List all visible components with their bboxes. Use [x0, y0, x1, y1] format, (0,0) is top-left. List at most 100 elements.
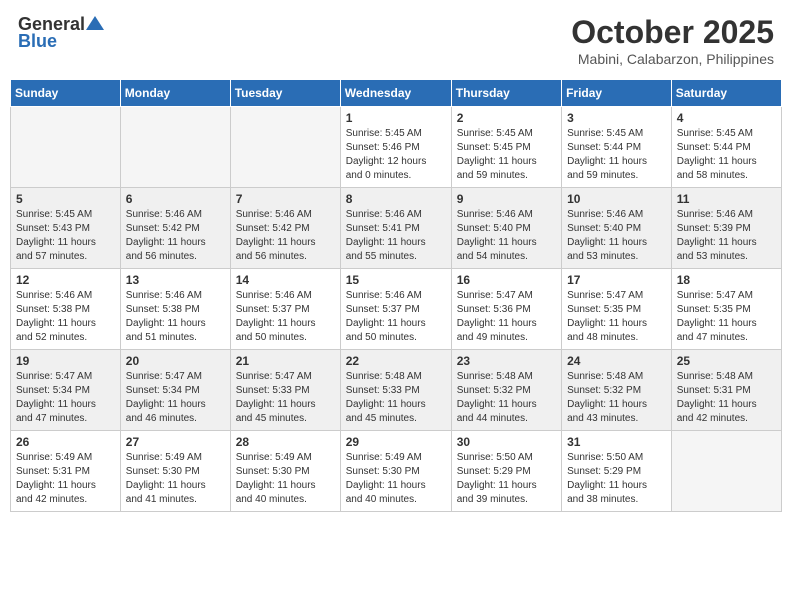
calendar-cell: 29 Sunrise: 5:49 AMSunset: 5:30 PMDayligh…: [340, 431, 451, 512]
day-number: 28: [236, 435, 335, 449]
day-number: 8: [346, 192, 446, 206]
day-info: Sunrise: 5:47 AMSunset: 5:35 PMDaylight:…: [677, 289, 776, 345]
day-info: Sunrise: 5:46 AMSunset: 5:41 PMDaylight:…: [346, 208, 446, 264]
calendar-cell: 11 Sunrise: 5:46 AMSunset: 5:39 PMDayligh…: [671, 188, 781, 269]
location-subtitle: Mabini, Calabarzon, Philippines: [571, 51, 774, 67]
day-number: 10: [567, 192, 666, 206]
day-info: Sunrise: 5:49 AMSunset: 5:30 PMDaylight:…: [236, 451, 335, 507]
page-header: General Blue October 2025 Mabini, Calaba…: [10, 10, 782, 71]
day-number: 11: [677, 192, 776, 206]
day-number: 26: [16, 435, 115, 449]
day-info: Sunrise: 5:48 AMSunset: 5:32 PMDaylight:…: [457, 370, 556, 426]
calendar-cell: 25Sunrise: 5:48 AMSunset: 5:31 PMDayligh…: [671, 350, 781, 431]
calendar-cell: [120, 107, 230, 188]
calendar-cell: 21Sunrise: 5:47 AMSunset: 5:33 PMDayligh…: [230, 350, 340, 431]
day-number: 7: [236, 192, 335, 206]
calendar-cell: 18 Sunrise: 5:47 AMSunset: 5:35 PMDayligh…: [671, 269, 781, 350]
day-info: Sunrise: 5:50 AMSunset: 5:29 PMDaylight:…: [457, 451, 556, 507]
weekday-header: Saturday: [671, 80, 781, 107]
day-number: 23: [457, 354, 556, 368]
logo-icon: [86, 14, 104, 32]
day-info: Sunrise: 5:45 AMSunset: 5:44 PMDaylight:…: [567, 127, 666, 183]
calendar-week-row: 1Sunrise: 5:45 AMSunset: 5:46 PMDaylight…: [11, 107, 782, 188]
day-info: Sunrise: 5:49 AMSunset: 5:31 PMDaylight:…: [16, 451, 115, 507]
calendar-cell: [230, 107, 340, 188]
calendar-cell: 9 Sunrise: 5:46 AMSunset: 5:40 PMDaylight…: [451, 188, 561, 269]
weekday-header: Monday: [120, 80, 230, 107]
calendar-cell: 13 Sunrise: 5:46 AMSunset: 5:38 PMDayligh…: [120, 269, 230, 350]
day-info: Sunrise: 5:47 AMSunset: 5:35 PMDaylight:…: [567, 289, 666, 345]
calendar-cell: 10 Sunrise: 5:46 AMSunset: 5:40 PMDayligh…: [562, 188, 672, 269]
day-number: 16: [457, 273, 556, 287]
day-info: Sunrise: 5:46 AMSunset: 5:42 PMDaylight:…: [236, 208, 335, 264]
calendar-cell: 15Sunrise: 5:46 AMSunset: 5:37 PMDayligh…: [340, 269, 451, 350]
weekday-header: Wednesday: [340, 80, 451, 107]
calendar-week-row: 5 Sunrise: 5:45 AMSunset: 5:43 PMDaylight…: [11, 188, 782, 269]
calendar-cell: 31 Sunrise: 5:50 AMSunset: 5:29 PMDayligh…: [562, 431, 672, 512]
calendar-cell: 3 Sunrise: 5:45 AMSunset: 5:44 PMDaylight…: [562, 107, 672, 188]
day-number: 27: [126, 435, 225, 449]
calendar-cell: 19 Sunrise: 5:47 AMSunset: 5:34 PMDayligh…: [11, 350, 121, 431]
day-info: Sunrise: 5:45 AMSunset: 5:45 PMDaylight:…: [457, 127, 556, 183]
day-info: Sunrise: 5:46 AMSunset: 5:40 PMDaylight:…: [457, 208, 556, 264]
calendar-cell: 27 Sunrise: 5:49 AMSunset: 5:30 PMDayligh…: [120, 431, 230, 512]
calendar-cell: 30 Sunrise: 5:50 AMSunset: 5:29 PMDayligh…: [451, 431, 561, 512]
calendar-cell: 7 Sunrise: 5:46 AMSunset: 5:42 PMDaylight…: [230, 188, 340, 269]
day-info: Sunrise: 5:46 AMSunset: 5:38 PMDaylight:…: [126, 289, 225, 345]
calendar-cell: 14 Sunrise: 5:46 AMSunset: 5:37 PMDayligh…: [230, 269, 340, 350]
calendar-cell: 16Sunrise: 5:47 AMSunset: 5:36 PMDayligh…: [451, 269, 561, 350]
day-info: Sunrise: 5:49 AMSunset: 5:30 PMDaylight:…: [346, 451, 446, 507]
calendar-cell: 4Sunrise: 5:45 AMSunset: 5:44 PMDaylight…: [671, 107, 781, 188]
day-info: Sunrise: 5:47 AMSunset: 5:34 PMDaylight:…: [126, 370, 225, 426]
logo: General Blue: [18, 14, 104, 52]
day-info: Sunrise: 5:46 AMSunset: 5:37 PMDaylight:…: [236, 289, 335, 345]
title-area: October 2025 Mabini, Calabarzon, Philipp…: [571, 14, 774, 67]
day-number: 22: [346, 354, 446, 368]
day-info: Sunrise: 5:50 AMSunset: 5:29 PMDaylight:…: [567, 451, 666, 507]
day-number: 14: [236, 273, 335, 287]
day-number: 12: [16, 273, 115, 287]
day-number: 17: [567, 273, 666, 287]
day-info: Sunrise: 5:49 AMSunset: 5:30 PMDaylight:…: [126, 451, 225, 507]
day-number: 6: [126, 192, 225, 206]
calendar-cell: 1Sunrise: 5:45 AMSunset: 5:46 PMDaylight…: [340, 107, 451, 188]
day-number: 19: [16, 354, 115, 368]
weekday-header: Friday: [562, 80, 672, 107]
calendar-cell: 6 Sunrise: 5:46 AMSunset: 5:42 PMDaylight…: [120, 188, 230, 269]
day-number: 3: [567, 111, 666, 125]
day-info: Sunrise: 5:47 AMSunset: 5:34 PMDaylight:…: [16, 370, 115, 426]
calendar-cell: 28 Sunrise: 5:49 AMSunset: 5:30 PMDayligh…: [230, 431, 340, 512]
day-info: Sunrise: 5:45 AMSunset: 5:43 PMDaylight:…: [16, 208, 115, 264]
calendar-cell: [11, 107, 121, 188]
day-number: 24: [567, 354, 666, 368]
calendar-week-row: 12 Sunrise: 5:46 AMSunset: 5:38 PMDayligh…: [11, 269, 782, 350]
day-info: Sunrise: 5:46 AMSunset: 5:40 PMDaylight:…: [567, 208, 666, 264]
day-number: 31: [567, 435, 666, 449]
weekday-header: Sunday: [11, 80, 121, 107]
day-info: Sunrise: 5:46 AMSunset: 5:38 PMDaylight:…: [16, 289, 115, 345]
calendar-cell: 23 Sunrise: 5:48 AMSunset: 5:32 PMDayligh…: [451, 350, 561, 431]
day-number: 18: [677, 273, 776, 287]
day-number: 30: [457, 435, 556, 449]
calendar-cell: 26 Sunrise: 5:49 AMSunset: 5:31 PMDayligh…: [11, 431, 121, 512]
day-number: 20: [126, 354, 225, 368]
calendar-table: SundayMondayTuesdayWednesdayThursdayFrid…: [10, 79, 782, 512]
day-number: 29: [346, 435, 446, 449]
calendar-cell: 22Sunrise: 5:48 AMSunset: 5:33 PMDayligh…: [340, 350, 451, 431]
logo-blue-text: Blue: [18, 31, 57, 52]
calendar-cell: 8 Sunrise: 5:46 AMSunset: 5:41 PMDaylight…: [340, 188, 451, 269]
day-number: 13: [126, 273, 225, 287]
day-number: 5: [16, 192, 115, 206]
calendar-cell: 12 Sunrise: 5:46 AMSunset: 5:38 PMDayligh…: [11, 269, 121, 350]
day-number: 4: [677, 111, 776, 125]
calendar-cell: 20 Sunrise: 5:47 AMSunset: 5:34 PMDayligh…: [120, 350, 230, 431]
weekday-header: Tuesday: [230, 80, 340, 107]
day-info: Sunrise: 5:47 AMSunset: 5:33 PMDaylight:…: [236, 370, 335, 426]
calendar-week-row: 26 Sunrise: 5:49 AMSunset: 5:31 PMDayligh…: [11, 431, 782, 512]
day-number: 9: [457, 192, 556, 206]
calendar-cell: 17 Sunrise: 5:47 AMSunset: 5:35 PMDayligh…: [562, 269, 672, 350]
day-info: Sunrise: 5:46 AMSunset: 5:39 PMDaylight:…: [677, 208, 776, 264]
day-info: Sunrise: 5:46 AMSunset: 5:42 PMDaylight:…: [126, 208, 225, 264]
calendar-week-row: 19 Sunrise: 5:47 AMSunset: 5:34 PMDayligh…: [11, 350, 782, 431]
day-info: Sunrise: 5:48 AMSunset: 5:32 PMDaylight:…: [567, 370, 666, 426]
